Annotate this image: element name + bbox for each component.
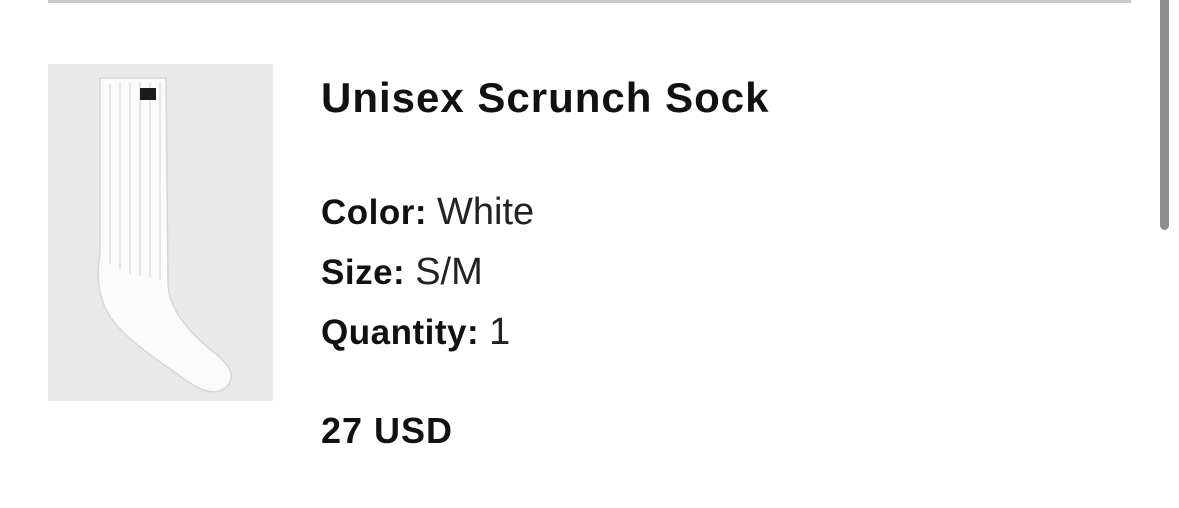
product-attributes: Color: White Size: S/M Quantity: 1 [321,182,770,362]
quantity-label: Quantity: [321,313,480,352]
color-value: White [437,191,535,233]
top-divider [48,0,1131,3]
brand-tag [140,88,156,100]
product-thumbnail[interactable] [48,64,273,401]
quantity-attribute: Quantity: 1 [321,302,770,362]
color-attribute: Color: White [321,182,770,242]
quantity-value: 1 [489,311,511,353]
size-value: S/M [415,251,483,293]
product-info: Unisex Scrunch Sock Color: White Size: S/M… [321,70,770,362]
size-label: Size: [321,253,406,292]
color-label: Color: [321,193,428,232]
order-item-page: Unisex Scrunch Sock Color: White Size: S/M… [0,0,1179,508]
scrollbar[interactable] [1160,0,1169,230]
product-title[interactable]: Unisex Scrunch Sock [321,70,770,126]
size-attribute: Size: S/M [321,242,770,302]
product-price: 27 USD [321,410,454,451]
sock-image [48,64,273,401]
